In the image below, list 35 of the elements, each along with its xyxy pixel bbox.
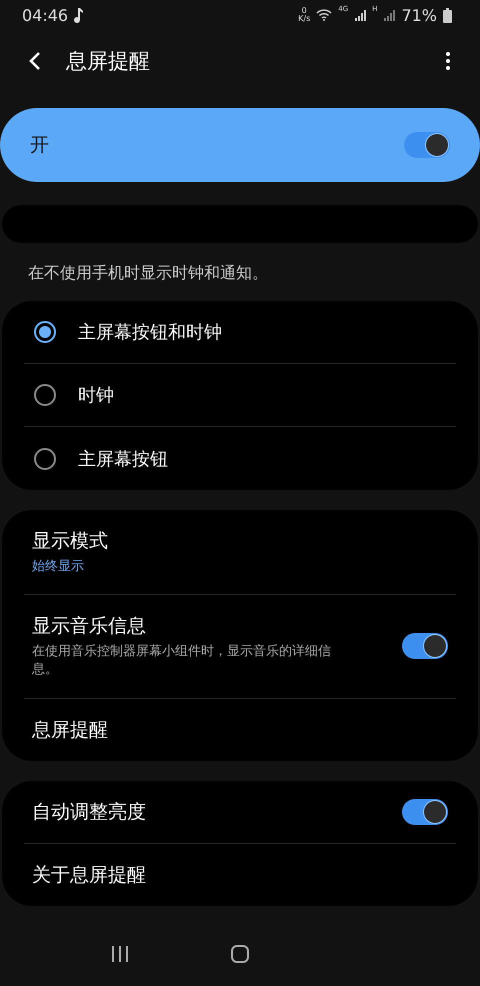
radio-option[interactable]: 主屏幕按钮和时钟: [24, 301, 456, 364]
signal-icon: [354, 9, 366, 21]
setting-summary: 始终显示: [32, 558, 85, 576]
wifi-icon: [316, 9, 332, 21]
speed-value: 0: [302, 7, 307, 15]
page-title: 息屏提醒: [66, 48, 151, 75]
switch-label: 开: [30, 133, 50, 158]
setting-title[interactable]: 显示模式: [32, 528, 448, 554]
status-time: 04:46: [22, 6, 68, 24]
option-label: 主屏幕按钮: [78, 448, 168, 470]
radio-button[interactable]: [34, 384, 56, 406]
setting-title[interactable]: 息屏提醒: [32, 716, 448, 743]
setting-title[interactable]: 自动调整亮度: [32, 798, 386, 825]
battery-icon: [443, 8, 452, 22]
setting-title[interactable]: 关于息屏提醒: [32, 862, 448, 888]
signal-icon: [383, 9, 396, 21]
recent-apps-button[interactable]: [110, 944, 130, 963]
music-note-icon: [74, 7, 84, 23]
speed-unit: K/s: [298, 15, 310, 23]
master-switch-bar[interactable]: 开: [0, 108, 480, 182]
battery-percent: 71%: [401, 6, 437, 24]
description-text: 在不使用手机时显示时钟和通知。: [27, 262, 269, 284]
radio-button[interactable]: [34, 321, 56, 343]
toggle-switch[interactable]: [404, 132, 450, 158]
setting-title[interactable]: 显示音乐信息: [32, 613, 386, 640]
home-button[interactable]: [230, 944, 250, 964]
more-options-icon: [446, 52, 450, 70]
option-label: 主屏幕按钮和时钟: [78, 321, 222, 344]
option-label: 时钟: [78, 384, 114, 407]
setting-summary: 在使用音乐控制器屏幕小组件时，显示音乐的详细信息。: [32, 643, 332, 680]
radio-option[interactable]: 时钟: [24, 364, 456, 427]
toggle-switch[interactable]: [402, 798, 448, 825]
toggle-switch[interactable]: [402, 633, 448, 660]
radio-option[interactable]: 主屏幕按钮: [24, 427, 456, 490]
radio-button[interactable]: [34, 448, 56, 470]
